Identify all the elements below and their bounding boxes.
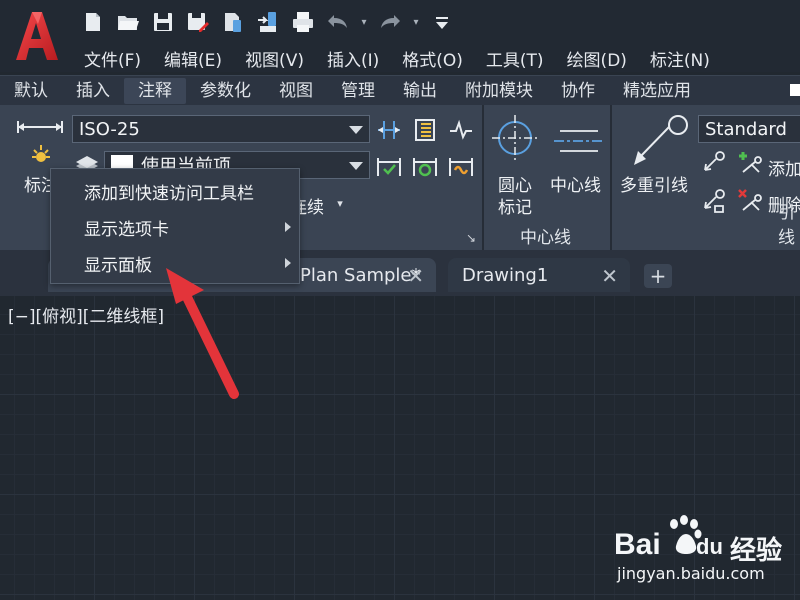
save-icon[interactable] <box>148 8 178 36</box>
override-icon[interactable] <box>446 151 476 181</box>
customize-icon[interactable] <box>427 8 457 36</box>
ribbon-minimize-toggle[interactable] <box>790 84 800 96</box>
save-web-mobile-icon[interactable] <box>253 8 283 36</box>
adjust-space-icon[interactable] <box>410 115 440 145</box>
menu-draw[interactable]: 绘图(D) <box>556 46 639 71</box>
tab-parametric[interactable]: 参数化 <box>186 78 265 104</box>
chevron-right-icon <box>285 222 291 232</box>
menu-item-label: 显示面板 <box>84 255 152 276</box>
doc-tab-label: Plan Sample* <box>300 264 421 286</box>
align-leader-icon[interactable] <box>700 149 728 177</box>
centerlines-panel: 圆心 标记 中心线 中心线 <box>484 105 610 250</box>
menu-dimension[interactable]: 标注(N) <box>639 46 722 71</box>
menu-item-label: 显示选项卡 <box>84 219 169 240</box>
chevron-right-icon <box>285 258 291 268</box>
open-web-mobile-icon[interactable] <box>218 8 248 36</box>
chevron-down-icon <box>349 126 363 134</box>
ribbon-tab-bar: 默认 插入 注释 参数化 视图 管理 输出 附加模块 协作 精选应用 <box>0 75 800 105</box>
menu-item-add-to-quick-access[interactable]: 添加到快速访问工具栏 <box>51 173 299 209</box>
multileader-icon[interactable] <box>628 113 688 169</box>
remove-leader-icon[interactable] <box>736 187 764 215</box>
reassociate-icon[interactable] <box>374 151 404 181</box>
tab-insert[interactable]: 插入 <box>62 78 124 104</box>
menu-insert[interactable]: 插入(I) <box>316 46 391 71</box>
leaders-panel-title[interactable]: 引线 <box>778 198 800 248</box>
add-leader-label[interactable]: 添加 <box>768 155 800 180</box>
tab-featured-apps[interactable]: 精选应用 <box>609 78 705 104</box>
redo-icon[interactable] <box>375 8 405 36</box>
leaders-panel: 多重引线 Standard 添加 删除 引线 <box>612 105 800 250</box>
dimension-style-dropdown[interactable]: ISO-25 <box>72 115 370 143</box>
panel-dialog-launcher-icon[interactable]: ↘ <box>464 231 478 245</box>
menu-file[interactable]: 文件(F) <box>72 46 153 71</box>
watermark-url: jingyan.baidu.com <box>617 564 765 583</box>
doc-tab-drawing1[interactable]: Drawing1 ✕ <box>448 258 630 292</box>
add-leader-icon[interactable] <box>736 149 764 177</box>
watermark-product: 经验 <box>730 536 783 566</box>
multileader-button-label[interactable]: 多重引线 <box>620 171 688 196</box>
tab-collaborate[interactable]: 协作 <box>547 78 609 104</box>
quick-access-toolbar: ▾ ▾ <box>78 8 457 36</box>
mleader-style-value: Standard <box>705 118 787 140</box>
undo-dropdown-icon[interactable]: ▾ <box>358 8 370 36</box>
save-as-icon[interactable] <box>183 8 213 36</box>
centerline-icon[interactable] <box>554 121 604 161</box>
centerlines-panel-title[interactable]: 中心线 <box>520 223 571 248</box>
plot-icon[interactable] <box>288 8 318 36</box>
inspect-icon[interactable] <box>446 115 476 145</box>
title-bar: ▾ ▾ 文件(F) 编辑(E) 视图(V) 插入(I) 格式(O) 工具(T) … <box>0 0 800 72</box>
new-tab-button[interactable]: + <box>644 264 672 288</box>
menu-edit[interactable]: 编辑(E) <box>153 46 234 71</box>
tab-manage[interactable]: 管理 <box>327 78 389 104</box>
undo-icon[interactable] <box>323 8 353 36</box>
centermark-icon[interactable] <box>492 113 538 167</box>
ribbon-context-menu: 添加到快速访问工具栏 显示选项卡 显示面板 <box>50 168 300 284</box>
new-icon[interactable] <box>78 8 108 36</box>
tab-addins[interactable]: 附加模块 <box>451 78 547 104</box>
tab-annotate[interactable]: 注释 <box>124 77 186 104</box>
close-icon[interactable]: ✕ <box>601 264 618 288</box>
menu-tools[interactable]: 工具(T) <box>475 46 556 71</box>
tab-output[interactable]: 输出 <box>389 78 451 104</box>
doc-tab-label: Drawing1 <box>462 264 549 286</box>
centerline-button-label[interactable]: 中心线 <box>550 171 601 196</box>
break-icon[interactable] <box>374 115 404 145</box>
tab-home[interactable]: 默认 <box>0 78 62 104</box>
update-icon[interactable] <box>410 151 440 181</box>
menu-item-label: 添加到快速访问工具栏 <box>84 183 254 204</box>
menu-item-show-panels[interactable]: 显示面板 <box>51 245 299 281</box>
chevron-down-icon[interactable]: ▾ <box>332 193 348 213</box>
tab-view[interactable]: 视图 <box>265 78 327 104</box>
menu-view[interactable]: 视图(V) <box>234 46 316 71</box>
menu-item-show-tabs[interactable]: 显示选项卡 <box>51 209 299 245</box>
centermark-label-line2[interactable]: 标记 <box>498 193 532 218</box>
open-icon[interactable] <box>113 8 143 36</box>
watermark-brand-suffix: du <box>696 534 723 559</box>
autocad-logo-icon[interactable] <box>12 8 60 62</box>
collect-leader-icon[interactable] <box>700 187 728 215</box>
chevron-down-icon <box>349 162 363 170</box>
mleader-style-dropdown[interactable]: Standard <box>698 115 800 143</box>
close-icon[interactable]: ✕ <box>407 264 424 288</box>
viewport-controls[interactable]: [−][俯视][二维线框] <box>8 302 164 327</box>
watermark-brand: Bai <box>614 528 661 561</box>
dimension-style-value: ISO-25 <box>79 118 140 140</box>
dimension-icon[interactable] <box>14 113 66 169</box>
menu-format[interactable]: 格式(O) <box>391 46 475 71</box>
menu-bar: 文件(F) 编辑(E) 视图(V) 插入(I) 格式(O) 工具(T) 绘图(D… <box>72 44 722 72</box>
redo-dropdown-icon[interactable]: ▾ <box>410 8 422 36</box>
